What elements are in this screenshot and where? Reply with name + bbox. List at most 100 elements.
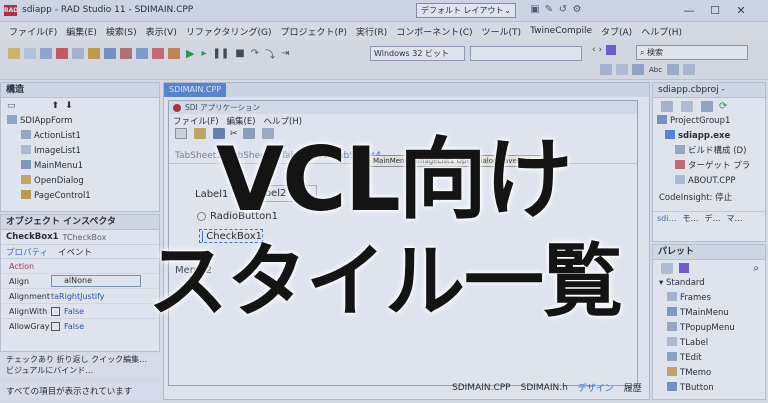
project-view-icon[interactable] — [701, 100, 713, 112]
page-tab[interactable]: TabSheet1 — [175, 151, 222, 161]
tree-item[interactable]: OpenDialog — [7, 174, 159, 189]
search-box[interactable]: ⌕ 検索 — [636, 45, 748, 60]
tree-item[interactable]: ターゲット プラ — [657, 159, 765, 174]
platform-combo[interactable]: Windows 32 ビット — [370, 46, 465, 61]
property-value-combo[interactable]: alNone — [51, 275, 141, 287]
inspector-object-selector[interactable]: CheckBox1 TCheckBox — [1, 230, 159, 245]
checkbox-icon[interactable] — [51, 322, 60, 331]
checkbox-icon[interactable] — [51, 306, 60, 316]
move-up-icon[interactable]: ⬆ — [52, 101, 60, 111]
tab-properties[interactable]: プロパティ — [6, 246, 48, 258]
tree-item[interactable]: PageControl1 — [7, 189, 159, 204]
grid-icon[interactable] — [616, 64, 628, 75]
close-button[interactable]: ✕ — [728, 4, 754, 17]
tree-item[interactable]: SDIAppForm — [7, 114, 159, 129]
menu-project[interactable]: プロジェクト(P) — [281, 25, 347, 38]
menu-component[interactable]: コンポーネント(C) — [396, 25, 472, 38]
folder-icon[interactable]: ▭ — [7, 101, 16, 111]
tab-events[interactable]: イベント — [58, 246, 92, 258]
menu-tabs[interactable]: タブ(A) — [601, 25, 632, 38]
open-project-icon[interactable] — [88, 48, 100, 59]
save-all-icon[interactable] — [72, 48, 84, 59]
palette-item[interactable]: TMainMenu — [667, 306, 765, 321]
layout-reset-icon[interactable]: ↺ — [556, 4, 570, 16]
palette-search-icon[interactable]: ⌕ — [753, 263, 759, 274]
step-over-icon[interactable]: ↷ — [251, 48, 259, 59]
stop-icon[interactable]: ■ — [235, 48, 244, 59]
pause-icon[interactable]: ❚❚ — [213, 48, 230, 59]
form-menu-help[interactable]: ヘルプ(H) — [264, 115, 303, 127]
property-value[interactable]: taRightJustify — [51, 292, 104, 301]
tree-item[interactable]: ProjectGroup1 — [657, 114, 765, 129]
bottom-tab-h[interactable]: SDIMAIN.h — [521, 383, 568, 393]
tree-item[interactable]: sdiapp.exe — [657, 129, 765, 144]
property-row[interactable]: AlignWith False — [1, 304, 159, 319]
size-icon[interactable] — [632, 64, 644, 75]
panel-tab[interactable]: マ… — [726, 213, 742, 224]
bottom-tab-history[interactable]: 履歴 — [624, 381, 642, 394]
run-without-debug-icon[interactable]: ▸ — [201, 48, 206, 59]
cursor-icon[interactable] — [606, 45, 617, 55]
tree-item[interactable]: MainMenu1 — [7, 159, 159, 174]
run-to-cursor-icon[interactable]: ⇥ — [281, 48, 289, 59]
maximize-button[interactable]: ☐ — [702, 4, 728, 17]
tree-item[interactable]: ABOUT.CPP — [657, 174, 765, 189]
refresh-icon[interactable]: ⟳ — [719, 101, 727, 112]
palette-item[interactable]: TLabel — [667, 336, 765, 351]
tree-item[interactable]: ActionList1 — [7, 129, 159, 144]
project-new-icon[interactable] — [681, 100, 693, 112]
menu-file[interactable]: ファイル(F) — [9, 25, 57, 38]
palette-item[interactable]: TMemo — [667, 366, 765, 381]
layout-save-icon[interactable]: ▣ — [528, 4, 542, 16]
save-icon[interactable] — [40, 48, 52, 59]
palette-view-icon[interactable] — [661, 262, 673, 274]
panel-tab[interactable]: sdi… — [657, 214, 676, 223]
palette-item[interactable]: TButton — [667, 381, 765, 396]
palette-item[interactable]: Frames — [667, 291, 765, 306]
tree-item[interactable]: ビルド構成 (D) — [657, 144, 765, 159]
move-down-icon[interactable]: ⬇ — [65, 101, 73, 111]
property-row[interactable]: Alignment taRightJustify — [1, 289, 159, 304]
config-combo[interactable] — [470, 46, 582, 61]
palette-cursor-icon[interactable] — [679, 263, 689, 273]
panel-tab[interactable]: モ… — [682, 213, 698, 224]
property-row[interactable]: Align alNone — [1, 274, 159, 289]
menu-refactor[interactable]: リファクタリング(G) — [186, 25, 272, 38]
gear-icon[interactable]: ⚙ — [570, 4, 584, 16]
panel-tab[interactable]: デ… — [704, 213, 720, 224]
run-icon[interactable]: ▶ — [186, 47, 194, 60]
order-icon[interactable] — [667, 64, 680, 75]
layout-edit-icon[interactable]: ✎ — [542, 4, 556, 16]
nav-back-forward-icon[interactable]: ‹ › — [592, 45, 602, 55]
menu-run[interactable]: 実行(R) — [356, 25, 387, 38]
property-row[interactable]: Action — [1, 259, 159, 274]
menu-edit[interactable]: 編集(E) — [66, 25, 97, 38]
layout-combo[interactable]: デフォルト レイアウト ⌄ — [416, 3, 516, 18]
project-options-icon[interactable] — [661, 100, 673, 112]
bottom-tab-cpp[interactable]: SDIMAIN.CPP — [452, 383, 511, 393]
view-unit-icon[interactable] — [136, 48, 148, 59]
tree-item[interactable]: ImageList1 — [7, 144, 159, 159]
add-file-icon[interactable] — [104, 48, 116, 59]
menu-tools[interactable]: ツール(T) — [482, 25, 522, 38]
minimize-button[interactable]: — — [676, 4, 702, 17]
menu-search[interactable]: 検索(S) — [106, 25, 137, 38]
form-menu-file[interactable]: ファイル(F) — [173, 115, 219, 127]
bottom-tab-design[interactable]: デザイン — [578, 381, 614, 394]
inspector-footer-links[interactable]: チェックあり 折り返し クイック編集… — [6, 354, 160, 365]
palette-item[interactable]: TEdit — [667, 351, 765, 366]
open-icon[interactable] — [24, 48, 36, 59]
menu-view[interactable]: 表示(V) — [146, 25, 177, 38]
abc-label[interactable]: Abc — [649, 66, 662, 74]
property-row[interactable]: AllowGray False — [1, 319, 159, 334]
new-icon[interactable] — [8, 48, 20, 59]
palette-category[interactable]: ▾ Standard — [653, 276, 765, 291]
reopen-icon[interactable] — [56, 48, 68, 59]
menu-help[interactable]: ヘルプ(H) — [641, 25, 682, 38]
palette-item[interactable]: TPopupMenu — [667, 321, 765, 336]
trace-into-icon[interactable]: ⤵ — [265, 46, 275, 61]
editor-file-tab[interactable]: SDIMAIN.CPP — [164, 83, 227, 97]
view-form-icon[interactable] — [152, 48, 164, 59]
menu-twinecompile[interactable]: TwineCompile — [530, 26, 592, 36]
toggle-form-icon[interactable] — [168, 48, 180, 59]
